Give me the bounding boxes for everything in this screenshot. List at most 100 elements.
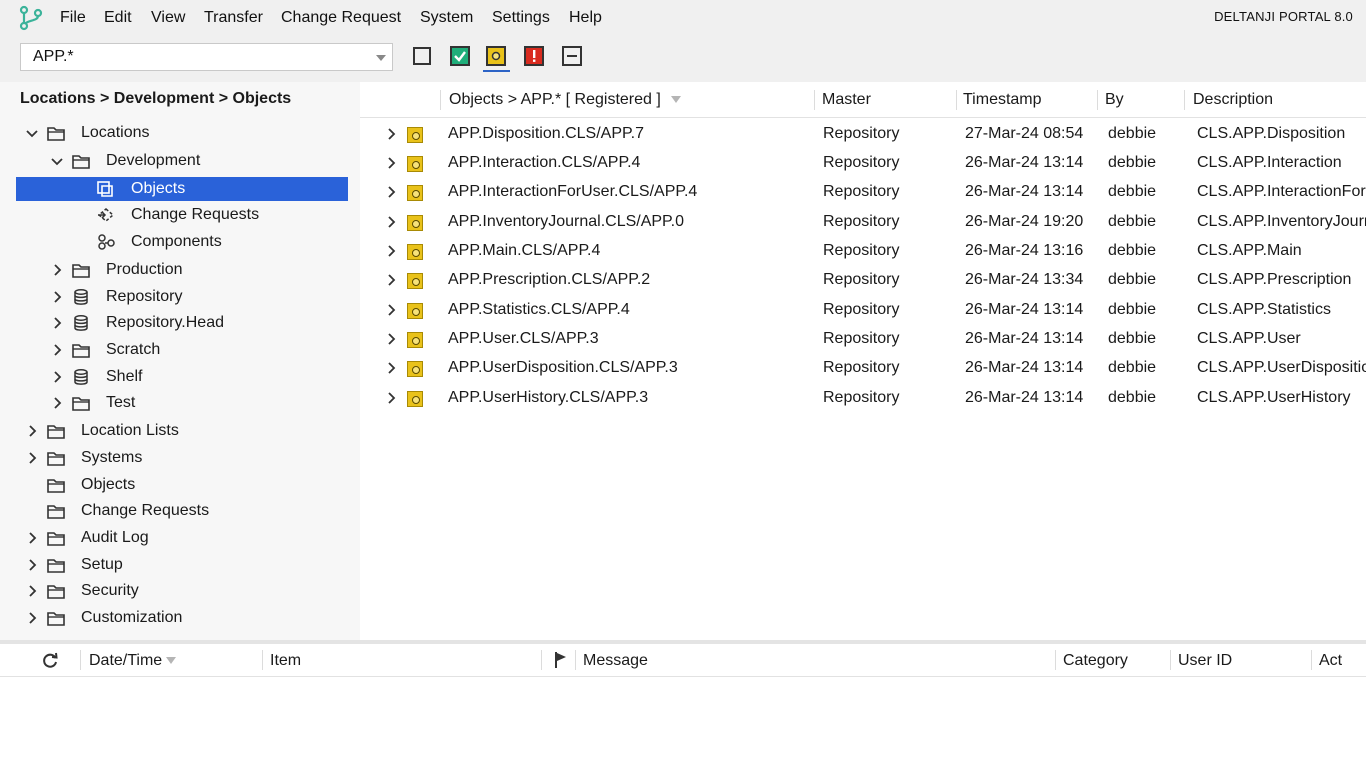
column-separator[interactable] [814, 90, 815, 110]
registered-status-icon [407, 303, 423, 319]
log-column-action[interactable]: Act [1319, 652, 1342, 670]
log-column-message[interactable]: Message [583, 652, 648, 670]
chevron-right-icon[interactable] [50, 316, 64, 330]
menu-transfer[interactable]: Transfer [204, 8, 263, 28]
table-row[interactable]: APP.UserHistory.CLS/APP.3 Repository 26-Ma… [360, 383, 1366, 412]
show-none-button[interactable] [562, 46, 582, 66]
tree-item-audit-log[interactable]: Audit Log [16, 526, 348, 550]
tree-item-development[interactable]: Development [16, 149, 348, 173]
chevron-right-icon[interactable] [384, 273, 398, 287]
chevron-down-icon[interactable] [25, 126, 39, 140]
chevron-right-icon[interactable] [384, 361, 398, 375]
table-row[interactable]: APP.UserDisposition.CLS/APP.3 Repository 2… [360, 353, 1366, 382]
column-separator[interactable] [440, 90, 441, 110]
tree-item-scratch[interactable]: Scratch [16, 338, 348, 362]
column-separator[interactable] [1055, 650, 1056, 670]
chevron-right-icon[interactable] [50, 343, 64, 357]
tree-item-setup[interactable]: Setup [16, 553, 348, 577]
table-row[interactable]: APP.InteractionForUser.CLS/APP.4 Reposito… [360, 177, 1366, 206]
tree-item-objects[interactable]: Objects [16, 473, 348, 497]
chevron-down-icon[interactable] [50, 154, 64, 168]
log-column-category[interactable]: Category [1063, 652, 1128, 670]
log-column-item[interactable]: Item [270, 652, 301, 670]
refresh-icon[interactable] [40, 651, 60, 671]
chevron-right-icon[interactable] [25, 451, 39, 465]
chevron-right-icon[interactable] [384, 332, 398, 346]
column-separator[interactable] [575, 650, 576, 670]
log-column-datetime[interactable]: Date/Time [89, 652, 177, 670]
chevron-right-icon[interactable] [384, 244, 398, 258]
tree-item-repository-head[interactable]: Repository.Head [16, 311, 348, 335]
table-row[interactable]: APP.User.CLS/APP.3 Repository 26-Mar-24 13… [360, 324, 1366, 353]
chevron-right-icon[interactable] [384, 391, 398, 405]
show-checked-button[interactable] [450, 46, 470, 66]
show-all-button[interactable] [412, 46, 432, 66]
column-separator[interactable] [262, 650, 263, 670]
column-separator[interactable] [1311, 650, 1312, 670]
chevron-right-icon[interactable] [384, 215, 398, 229]
chevron-right-icon[interactable] [50, 263, 64, 277]
table-row[interactable]: APP.Prescription.CLS/APP.2 Repository 26-M… [360, 265, 1366, 294]
column-separator[interactable] [1097, 90, 1098, 110]
sort-caret-icon[interactable] [166, 657, 177, 665]
chevron-right-icon[interactable] [25, 424, 39, 438]
flag-icon[interactable] [553, 651, 569, 669]
chevron-right-icon[interactable] [25, 584, 39, 598]
chevron-right-icon[interactable] [25, 558, 39, 572]
chevron-right-icon[interactable] [50, 370, 64, 384]
tree-item-shelf[interactable]: Shelf [16, 365, 348, 389]
menu-settings[interactable]: Settings [492, 8, 550, 28]
tree-item-objects[interactable]: Objects [16, 177, 348, 201]
show-errors-button[interactable] [524, 46, 544, 66]
menu-system[interactable]: System [420, 8, 473, 28]
table-row[interactable]: APP.Statistics.CLS/APP.4 Repository 26-Mar… [360, 295, 1366, 324]
tree-item-systems[interactable]: Systems [16, 446, 348, 470]
tree-item-test[interactable]: Test [16, 391, 348, 415]
column-header-objects[interactable]: Objects > APP.* [ Registered ] [449, 91, 681, 109]
table-row[interactable]: APP.InventoryJournal.CLS/APP.0 Repository… [360, 207, 1366, 236]
table-row[interactable]: APP.Main.CLS/APP.4 Repository 26-Mar-24 13… [360, 236, 1366, 265]
by-cell: debbie [1108, 242, 1157, 259]
chevron-right-icon[interactable] [50, 396, 64, 410]
column-header-by[interactable]: By [1105, 91, 1124, 109]
tree-item-location-lists[interactable]: Location Lists [16, 419, 348, 443]
tree-item-repository[interactable]: Repository [16, 285, 348, 309]
column-separator[interactable] [956, 90, 957, 110]
chevron-right-icon[interactable] [25, 531, 39, 545]
chevron-right-icon[interactable] [384, 185, 398, 199]
tree-item-components[interactable]: Components [16, 230, 348, 254]
filter-combobox[interactable] [20, 43, 393, 71]
column-separator[interactable] [1170, 650, 1171, 670]
tree-item-production[interactable]: Production [16, 258, 348, 282]
column-separator[interactable] [1184, 90, 1185, 110]
sort-caret-icon[interactable] [670, 96, 681, 104]
column-header-master[interactable]: Master [822, 91, 871, 109]
column-header-description[interactable]: Description [1193, 91, 1273, 109]
menu-edit[interactable]: Edit [104, 8, 132, 28]
tree-item-locations[interactable]: Locations [16, 121, 348, 145]
chevron-right-icon[interactable] [384, 303, 398, 317]
object-name-cell: APP.User.CLS/APP.3 [448, 330, 599, 347]
timestamp-cell: 26-Mar-24 13:14 [965, 301, 1084, 318]
menu-view[interactable]: View [151, 8, 185, 28]
column-separator[interactable] [80, 650, 81, 670]
show-registered-button[interactable] [486, 46, 506, 66]
menu-change-request[interactable]: Change Request [281, 8, 401, 28]
log-column-user-id[interactable]: User ID [1178, 652, 1232, 670]
chevron-down-icon[interactable] [376, 55, 386, 61]
table-row[interactable]: APP.Disposition.CLS/APP.7 Repository 27-Ma… [360, 119, 1366, 148]
column-separator[interactable] [541, 650, 542, 670]
menu-file[interactable]: File [60, 8, 86, 28]
tree-item-change-requests[interactable]: Change Requests [16, 499, 348, 523]
column-header-timestamp[interactable]: Timestamp [963, 91, 1042, 109]
chevron-right-icon[interactable] [50, 290, 64, 304]
tree-item-change-requests[interactable]: Change Requests [16, 203, 348, 227]
tree-item-security[interactable]: Security [16, 579, 348, 603]
menu-help[interactable]: Help [569, 8, 602, 28]
filter-input[interactable] [21, 44, 366, 70]
tree-item-customization[interactable]: Customization [16, 606, 348, 630]
chevron-right-icon[interactable] [384, 127, 398, 141]
chevron-right-icon[interactable] [384, 156, 398, 170]
table-row[interactable]: APP.Interaction.CLS/APP.4 Repository 26-Ma… [360, 148, 1366, 177]
chevron-right-icon[interactable] [25, 611, 39, 625]
